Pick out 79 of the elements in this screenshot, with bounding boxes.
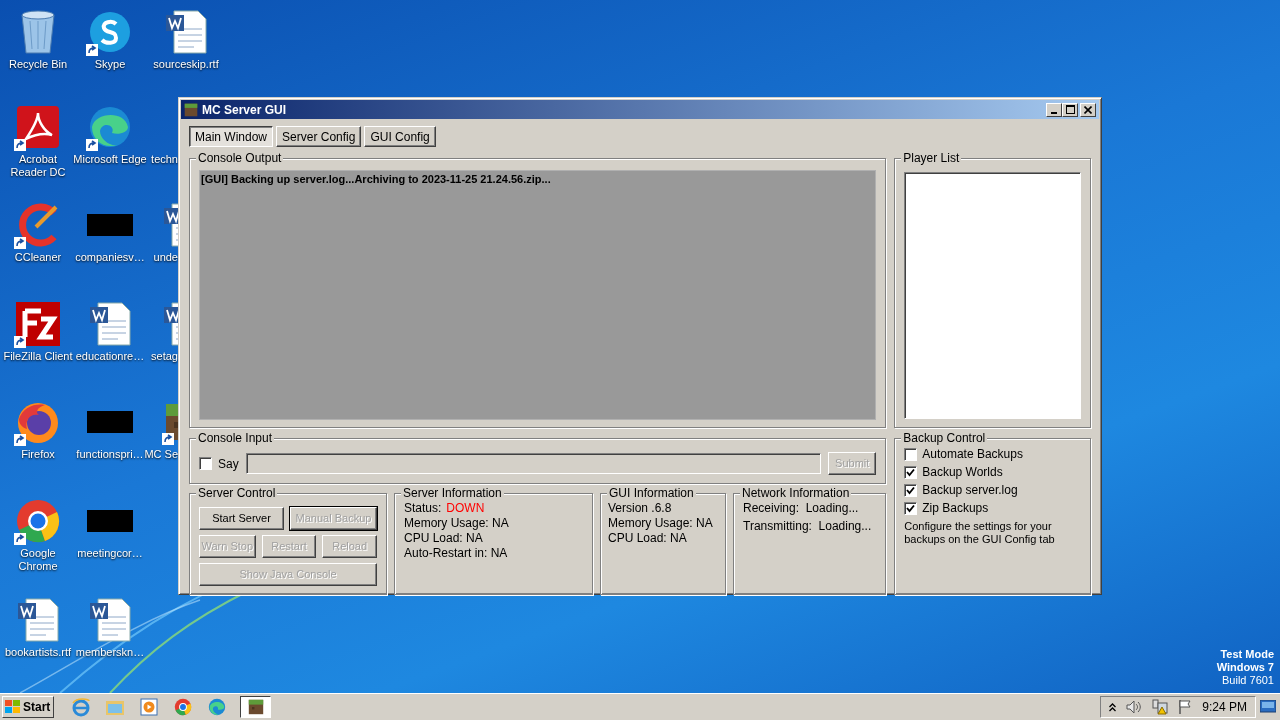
icon-label[interactable]: Google Chrome — [0, 547, 76, 573]
checkbox[interactable] — [904, 466, 918, 479]
minimize-icon — [1051, 111, 1057, 114]
taskbar-app-button[interactable] — [240, 696, 271, 718]
icon-label[interactable]: memberskn… — [75, 646, 145, 659]
info-text: Version .6.8 — [608, 501, 673, 516]
checkbox[interactable] — [904, 448, 918, 461]
info-text: Memory Usage: NA — [608, 516, 714, 531]
group-title: GUI Information — [607, 486, 696, 500]
info-text: Receiving: Loading... — [743, 501, 860, 516]
checkbox-label[interactable]: Zip Backups — [922, 502, 989, 515]
grass-block-icon[interactable] — [247, 699, 264, 715]
icon-label[interactable]: FileZilla Client — [3, 350, 73, 363]
group-title: Console Output — [196, 151, 284, 165]
say-label: Say — [218, 455, 239, 473]
icon-label[interactable]: Microsoft Edge — [73, 153, 147, 166]
os-notice-text: Build 7601 — [1222, 674, 1274, 687]
checkbox-label[interactable]: Automate Backups — [922, 448, 1023, 461]
action-button[interactable]: Start Server — [199, 507, 284, 530]
console-line: [GUI] Backing up server.log...Archiving to 2023-11-25 21.24.56.zip... — [201, 172, 552, 186]
icon-label[interactable]: unde — [153, 251, 178, 264]
window-title: MC Server GUI — [202, 102, 287, 117]
group-title: Player List — [901, 151, 962, 165]
close-icon — [1084, 105, 1092, 114]
pdf-app-icon[interactable] — [14, 103, 62, 151]
icon-label[interactable]: sourceskip.rtf — [153, 58, 219, 71]
icon-label[interactable]: Skype — [94, 58, 126, 71]
tab[interactable]: Server Config — [276, 126, 362, 147]
minimize-button[interactable] — [1046, 102, 1062, 117]
icon-label[interactable]: bookartists.rtf — [5, 646, 71, 659]
group-title: Console Input — [196, 431, 275, 445]
group-title: Server Control — [196, 486, 278, 500]
info-text: Memory Usage: NA — [404, 516, 510, 531]
show-desktop-icon[interactable] — [1260, 700, 1276, 714]
checkbox[interactable] — [199, 457, 212, 470]
checkbox-label[interactable]: Backup server.log — [922, 484, 1018, 497]
checkbox[interactable] — [904, 502, 918, 515]
backup-note: Configure the settings for your backups on the GUI Config tab — [904, 520, 1056, 546]
tab[interactable]: GUI Config — [364, 126, 436, 147]
flag-icon[interactable] — [1178, 699, 1192, 715]
network-warning-icon[interactable] — [1152, 699, 1168, 715]
media-player-icon[interactable] — [140, 698, 158, 716]
checkbox[interactable] — [904, 484, 918, 497]
info-text: CPU Load: NA — [404, 531, 484, 546]
icon-label[interactable]: techn — [151, 153, 178, 166]
maximize-button[interactable] — [1062, 102, 1078, 117]
maximize-icon — [1065, 105, 1075, 114]
info-text: Transmitting: Loading... — [743, 519, 873, 534]
start-logo-icon — [5, 700, 21, 714]
group-title: Network Information — [740, 486, 852, 500]
info-text: Auto-Restart in: NA — [404, 546, 509, 561]
icon-label[interactable]: meetingcor… — [77, 547, 143, 560]
clock-time[interactable]: 9:24 PM — [1202, 698, 1247, 716]
close-button[interactable] — [1080, 102, 1096, 117]
checkbox-label[interactable]: Backup Worlds — [922, 466, 1003, 479]
filezilla-icon[interactable] — [14, 300, 62, 348]
icon-label[interactable]: Firefox — [21, 448, 55, 461]
info-label: Status: — [404, 501, 442, 516]
tab[interactable]: Main Window — [189, 126, 274, 147]
chevron-up-icon[interactable] — [1109, 702, 1116, 712]
info-text: CPU Load: NA — [608, 531, 688, 546]
icon-label[interactable]: setag — [151, 350, 178, 363]
icon-label[interactable]: MC Se — [144, 448, 178, 461]
os-notice-text: Test Mode — [1220, 648, 1274, 661]
icon-label[interactable]: educationre… — [75, 350, 145, 363]
speaker-icon[interactable] — [1126, 700, 1142, 714]
group-title: Backup Control — [901, 431, 988, 445]
icon-label[interactable]: CCleaner — [14, 251, 62, 264]
group-title: Server Information — [401, 486, 504, 500]
console-input-field[interactable] — [245, 453, 822, 474]
status-value: DOWN — [446, 501, 485, 516]
icon-label[interactable]: companiesv… — [75, 251, 145, 264]
icon-label[interactable]: Recycle Bin — [8, 58, 68, 71]
chrome-icon[interactable] — [14, 497, 62, 545]
grass-block-icon — [184, 102, 198, 117]
icon-label[interactable]: functionspri… — [76, 448, 144, 461]
os-notice-text: Windows 7 — [1216, 661, 1274, 674]
start-button[interactable]: Start — [2, 696, 54, 718]
chrome-icon[interactable] — [174, 698, 192, 716]
